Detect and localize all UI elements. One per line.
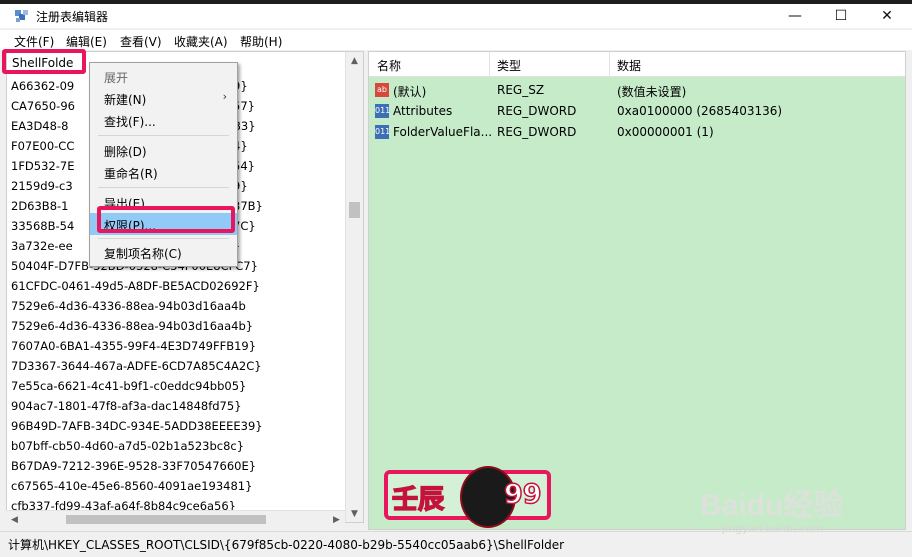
context-menu: 展开 新建(N) › 查找(F)... 删除(D) 重命名(R) 导出(E) 权… [89, 62, 238, 267]
column-divider[interactable] [489, 52, 490, 76]
scroll-down-arrow-icon[interactable]: ▼ [346, 505, 363, 522]
tree-item[interactable]: 7529e6-4d36-4336-88ea-94b03d16aa4b [11, 299, 246, 313]
context-menu-find[interactable]: 查找(F)... [90, 109, 237, 131]
menu-favorites[interactable]: 收藏夹(A) [174, 33, 228, 50]
context-menu-delete-label: 删除(D) [104, 145, 147, 159]
tree-horizontal-scrollbar[interactable]: ◀ ▶ [6, 510, 345, 528]
column-header-data[interactable]: 数据 [617, 57, 641, 74]
context-menu-rename-label: 重命名(R) [104, 167, 158, 181]
title-bar[interactable]: 注册表编辑器 — ☐ ✕ [0, 4, 912, 28]
window-title: 注册表编辑器 [36, 10, 109, 24]
tree-item[interactable]: b07bff-cb50-4d60-a7d5-02b1a523bc8c} [11, 439, 244, 453]
context-menu-expand-label: 展开 [104, 71, 129, 85]
tree-item[interactable]: 96B49D-7AFB-34DC-934E-5ADD38EEEE39} [11, 419, 263, 433]
menu-help[interactable]: 帮助(H) [240, 33, 282, 50]
tree-item[interactable]: 3a732e-ee [11, 239, 73, 253]
tree-vertical-scrollbar[interactable]: ▲ ▼ [345, 52, 363, 522]
baidu-watermark: Baidu经验 [700, 489, 844, 522]
menu-view[interactable]: 查看(V) [120, 33, 162, 50]
menu-bar: 文件(F) 编辑(E) 查看(V) 收藏夹(A) 帮助(H) [0, 30, 912, 50]
h-scroll-thumb[interactable] [66, 515, 266, 524]
tree-selected-key[interactable]: ShellFolde [9, 55, 77, 71]
tree-item[interactable]: 904ac7-1801-47f8-af3a-dac14848fd75} [11, 399, 242, 413]
context-menu-delete[interactable]: 删除(D) [90, 139, 237, 161]
list-header: 名称 类型 数据 [369, 52, 905, 77]
context-menu-expand[interactable]: 展开 [90, 65, 237, 87]
binary-value-icon: 011 [375, 125, 390, 139]
maximize-button[interactable]: ☐ [818, 4, 864, 28]
minimize-button[interactable]: — [772, 4, 818, 28]
logo-text-left: 壬辰 [391, 484, 445, 516]
value-data: 0x00000001 (1) [617, 125, 714, 139]
author-logo-badge: 壬辰 99 [384, 466, 551, 528]
context-menu-rename[interactable]: 重命名(R) [90, 161, 237, 183]
baidu-watermark-url: jingyan.baidu.com [722, 522, 824, 535]
close-button[interactable]: ✕ [864, 4, 910, 28]
context-menu-permissions[interactable]: 权限(P)... [90, 213, 237, 235]
status-path: 计算机\HKEY_CLASSES_ROOT\CLSID\{679f85cb-02… [8, 538, 565, 552]
context-menu-copy-key-name-label: 复制项名称(C) [104, 247, 182, 261]
value-list-pane[interactable]: 名称 类型 数据 ab (默认) REG_SZ (数值未设置) 011 Attr… [368, 51, 906, 530]
context-menu-copy-key-name[interactable]: 复制项名称(C) [90, 241, 237, 263]
tree-item[interactable]: 33568B-54 [11, 219, 74, 233]
tree-item[interactable]: 1FD532-7E [11, 159, 74, 173]
column-divider[interactable] [609, 52, 610, 76]
scroll-thumb[interactable] [349, 202, 360, 218]
tree-item[interactable]: A66362-09 [11, 79, 74, 93]
tree-item[interactable]: 7607A0-6BA1-4355-99F4-4E3D749FFB19} [11, 339, 256, 353]
tree-item[interactable]: c67565-410e-45e6-8560-4091ae193481} [11, 479, 252, 493]
scroll-up-arrow-icon[interactable]: ▲ [346, 52, 363, 69]
value-row[interactable]: 011 Attributes REG_DWORD 0xa0100000 (268… [369, 101, 905, 122]
value-row[interactable]: 011 FolderValueFla... REG_DWORD 0x000000… [369, 122, 905, 143]
menu-separator [98, 238, 229, 239]
tree-item[interactable]: CA7650-96 [11, 99, 75, 113]
value-type: REG_DWORD [497, 104, 577, 118]
scroll-left-arrow-icon[interactable]: ◀ [6, 511, 23, 528]
tree-item[interactable]: 2159d9-c3 [11, 179, 73, 193]
scroll-right-arrow-icon[interactable]: ▶ [328, 511, 345, 528]
value-type: REG_SZ [497, 83, 545, 97]
context-menu-export[interactable]: 导出(E) [90, 191, 237, 213]
tree-item[interactable]: F07E00-CC [11, 139, 74, 153]
string-value-icon: ab [375, 83, 389, 97]
submenu-arrow-icon: › [222, 90, 227, 103]
tree-item[interactable]: 61CFDC-0461-49d5-A8DF-BE5ACD02692F} [11, 279, 260, 293]
tree-item[interactable]: 7D3367-3644-467a-ADFE-6CD7A85C4A2C} [11, 359, 262, 373]
column-header-name[interactable]: 名称 [377, 57, 401, 74]
context-menu-permissions-label: 权限(P)... [104, 219, 157, 233]
menu-separator [98, 187, 229, 188]
value-name: (默认) [393, 85, 427, 99]
menu-file[interactable]: 文件(F) [14, 33, 54, 50]
logo-text-right: 99 [503, 478, 542, 511]
menu-separator [98, 135, 229, 136]
tree-item[interactable]: B67DA9-7212-396E-9528-33F70547660E} [11, 459, 256, 473]
tree-item[interactable]: 7529e6-4d36-4336-88ea-94b03d16aa4b} [11, 319, 253, 333]
context-menu-export-label: 导出(E) [104, 197, 145, 211]
menu-edit[interactable]: 编辑(E) [66, 33, 107, 50]
value-name: Attributes [393, 104, 453, 118]
value-data: 0xa0100000 (2685403136) [617, 104, 783, 118]
regedit-app-icon [15, 10, 28, 22]
value-type: REG_DWORD [497, 125, 577, 139]
value-row[interactable]: ab (默认) REG_SZ (数值未设置) [369, 80, 905, 101]
binary-value-icon: 011 [375, 104, 390, 118]
tree-item[interactable]: EA3D48-8 [11, 119, 68, 133]
context-menu-new[interactable]: 新建(N) › [90, 87, 237, 109]
value-name: FolderValueFla... [393, 125, 493, 139]
tree-item[interactable]: 2D63B8-1 [11, 199, 68, 213]
context-menu-new-label: 新建(N) [104, 93, 147, 107]
tree-item[interactable]: 7e55ca-6621-4c41-b9f1-c0eddc94bb05} [11, 379, 246, 393]
column-header-type[interactable]: 类型 [497, 57, 521, 74]
regedit-window: 注册表编辑器 — ☐ ✕ 文件(F) 编辑(E) 查看(V) 收藏夹(A) 帮助… [0, 4, 912, 557]
context-menu-find-label: 查找(F)... [104, 115, 156, 129]
value-data: (数值未设置) [617, 85, 687, 99]
